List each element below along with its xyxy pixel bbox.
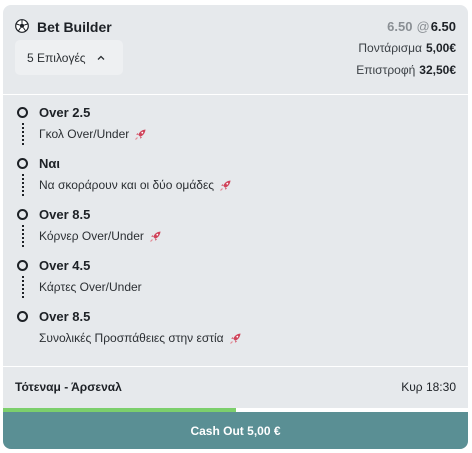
leg-connector bbox=[22, 276, 24, 298]
soccer-ball-icon bbox=[15, 19, 29, 33]
leg-marker-icon bbox=[17, 260, 28, 271]
bet-builder-card: Bet Builder 5 Επιλογές 6.50 @ 6.50 Ποντά… bbox=[3, 5, 468, 449]
leg-pick: Over 2.5 bbox=[39, 105, 91, 120]
leg-market-label: Κόρνερ Over/Under bbox=[39, 229, 144, 243]
odds-original: 6.50 bbox=[387, 19, 413, 34]
cash-out-label: Cash Out 5,00 € bbox=[190, 423, 281, 438]
cash-out-button[interactable]: Cash Out 5,00 € bbox=[3, 412, 468, 449]
leg-marker-icon bbox=[17, 311, 28, 322]
odds-current: 6.50 bbox=[430, 19, 456, 34]
rocket-boost-icon bbox=[149, 231, 161, 242]
leg-marker-icon bbox=[17, 158, 28, 169]
leg-market: Κάρτες Over/Under bbox=[39, 280, 142, 294]
rocket-boost-icon bbox=[220, 180, 231, 191]
bet-title: Bet Builder bbox=[37, 19, 112, 35]
return-label: Επιστροφή bbox=[356, 63, 416, 77]
legs-divider bbox=[3, 366, 468, 367]
leg-pick: Over 8.5 bbox=[39, 309, 91, 324]
stake-label: Ποντάρισμα bbox=[358, 41, 422, 55]
leg-market-label: Να σκοράρουν και οι δύο ομάδες bbox=[39, 178, 215, 192]
leg-market: Κόρνερ Over/Under bbox=[39, 229, 162, 243]
selections-toggle-button[interactable]: 5 Επιλογές bbox=[15, 40, 123, 75]
leg-pick: Ναι bbox=[39, 156, 60, 171]
odds-at-symbol: @ bbox=[416, 19, 430, 34]
leg-market-label: Συνολικές Προσπάθειες στην εστία bbox=[39, 331, 224, 345]
leg-connector bbox=[22, 225, 24, 247]
leg-marker-icon bbox=[17, 209, 28, 220]
selection-leg: Over 4.5 Κάρτες Over/Under bbox=[3, 248, 468, 299]
leg-market: Να σκοράρουν και οι δύο ομάδες bbox=[39, 178, 232, 192]
leg-pick: Over 8.5 bbox=[39, 207, 91, 222]
selection-leg: Ναι Να σκοράρουν και οι δύο ομάδες bbox=[3, 146, 468, 197]
leg-market-label: Κάρτες Over/Under bbox=[39, 280, 142, 294]
stake-value: 5,00€ bbox=[425, 41, 456, 55]
stake-row: Ποντάρισμα 5,00€ bbox=[358, 41, 456, 55]
return-value: 32,50€ bbox=[419, 63, 456, 77]
leg-market: Συνολικές Προσπάθειες στην εστία bbox=[39, 331, 242, 345]
odds-display: 6.50 @ 6.50 bbox=[387, 19, 456, 34]
return-row: Επιστροφή 32,50€ bbox=[356, 63, 456, 77]
leg-connector bbox=[22, 174, 24, 196]
match-name: Τότεναμ - Άρσεναλ bbox=[15, 380, 122, 394]
rocket-boost-icon bbox=[135, 129, 146, 140]
selection-leg: Over 8.5 Κόρνερ Over/Under bbox=[3, 197, 468, 248]
selection-leg: Over 2.5 Γκολ Over/Under bbox=[3, 95, 468, 146]
chevron-up-icon bbox=[97, 55, 105, 60]
leg-market-label: Γκολ Over/Under bbox=[39, 127, 130, 141]
leg-connector bbox=[22, 123, 24, 145]
bet-header: Bet Builder 5 Επιλογές 6.50 @ 6.50 Ποντά… bbox=[3, 5, 468, 94]
selections-count-label: 5 Επιλογές bbox=[27, 50, 86, 65]
leg-market: Γκολ Over/Under bbox=[39, 127, 147, 141]
kickoff-time: Κυρ 18:30 bbox=[401, 380, 456, 394]
rocket-boost-icon bbox=[229, 333, 241, 344]
selection-leg: Over 8.5 Συνολικές Προσπάθειες στην εστί… bbox=[3, 299, 468, 350]
leg-marker-icon bbox=[17, 107, 28, 118]
leg-pick: Over 4.5 bbox=[39, 258, 91, 273]
